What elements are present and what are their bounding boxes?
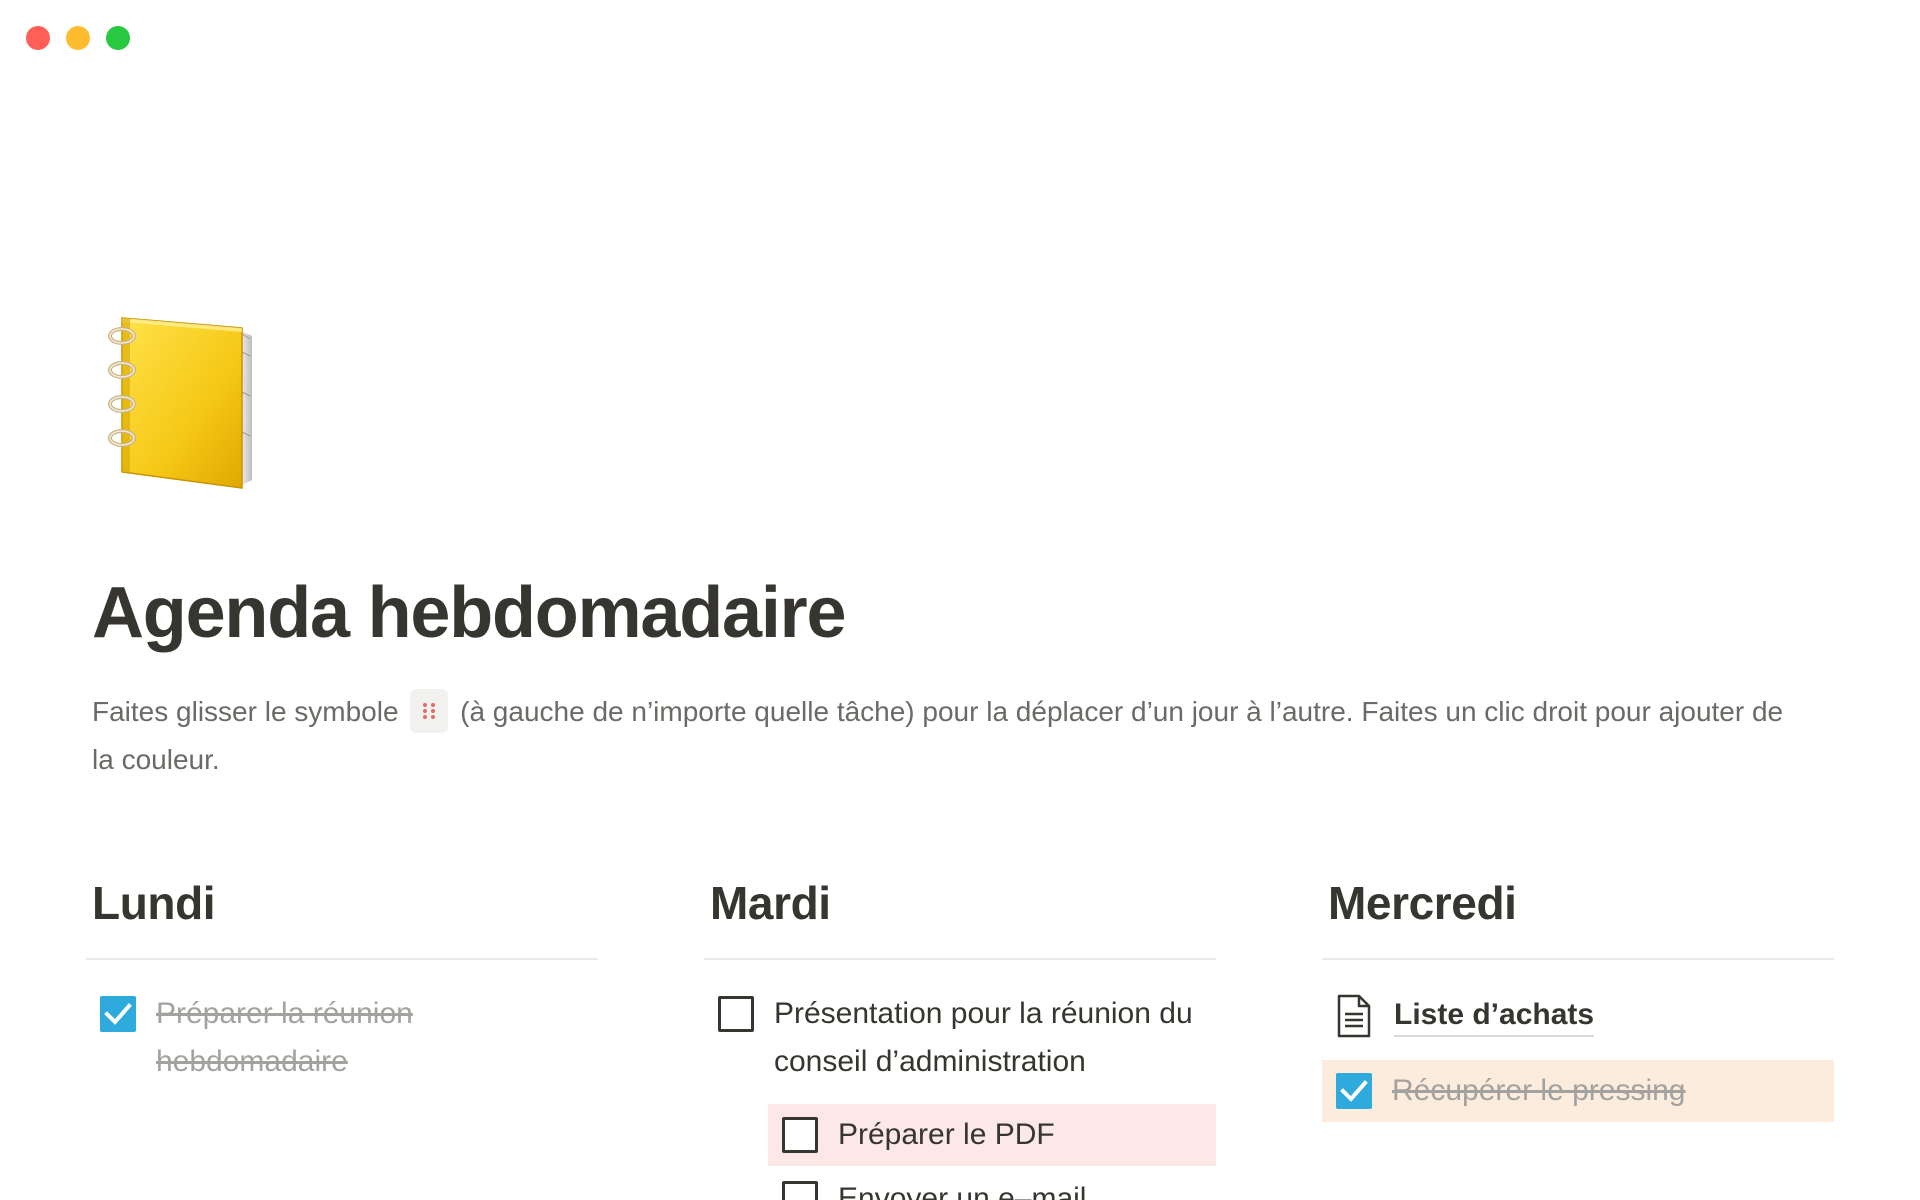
- todo-label[interactable]: Présentation pour la réunion du conseil …: [774, 990, 1216, 1086]
- drag-handle-icon: [410, 689, 449, 733]
- todo-label[interactable]: Envoyer un e–mail: [838, 1175, 1086, 1200]
- column-heading[interactable]: Mercredi: [1322, 870, 1834, 936]
- zoom-window-button[interactable]: [106, 26, 130, 50]
- checkbox-checked[interactable]: [1336, 1073, 1372, 1109]
- todo-item[interactable]: Préparer la réunion hebdomadaire: [86, 990, 430, 1086]
- minimize-window-button[interactable]: [66, 26, 90, 50]
- window-controls: [26, 26, 130, 50]
- checkmark-icon: [104, 1003, 132, 1025]
- divider: [86, 958, 598, 960]
- todo-label[interactable]: Récupérer le pressing: [1392, 1067, 1685, 1115]
- todo-item-subtask[interactable]: Préparer le PDF: [768, 1104, 1216, 1166]
- checkmark-icon: [1340, 1080, 1368, 1102]
- close-window-button[interactable]: [26, 26, 50, 50]
- checkbox-checked[interactable]: [100, 996, 136, 1032]
- column-lundi: Lundi Préparer la réunion hebdomadaire: [86, 870, 598, 1086]
- todo-item[interactable]: Récupérer le pressing: [1322, 1060, 1834, 1122]
- todo-label[interactable]: Préparer la réunion hebdomadaire: [156, 990, 430, 1086]
- todo-item-subtask[interactable]: Envoyer un e–mail: [768, 1168, 1216, 1200]
- checkbox[interactable]: [718, 996, 754, 1032]
- document-icon: [1337, 994, 1371, 1038]
- column-mercredi: Mercredi Liste d’achats Récupérer le pre…: [1322, 870, 1834, 1122]
- app-window: Agenda hebdomadaire Faites glisser le sy…: [0, 0, 1920, 1200]
- description-text-start: Faites glisser le symbole: [92, 696, 399, 727]
- notebook-icon[interactable]: [100, 312, 260, 490]
- checkbox[interactable]: [782, 1117, 818, 1153]
- page-description[interactable]: Faites glisser le symbole (à gauche de n…: [92, 688, 1812, 784]
- todo-label[interactable]: Préparer le PDF: [838, 1111, 1055, 1159]
- page-link-label[interactable]: Liste d’achats: [1394, 995, 1595, 1037]
- page-link[interactable]: Liste d’achats: [1322, 992, 1834, 1040]
- checkbox[interactable]: [782, 1181, 818, 1200]
- column-heading[interactable]: Mardi: [704, 870, 1216, 936]
- column-heading[interactable]: Lundi: [86, 870, 598, 936]
- column-mardi: Mardi Présentation pour la réunion du co…: [704, 870, 1216, 1200]
- day-columns: Lundi Préparer la réunion hebdomadaire M…: [86, 870, 1842, 1200]
- todo-item[interactable]: Présentation pour la réunion du conseil …: [704, 990, 1216, 1086]
- divider: [704, 958, 1216, 960]
- divider: [1322, 958, 1834, 960]
- page-title[interactable]: Agenda hebdomadaire: [92, 572, 847, 654]
